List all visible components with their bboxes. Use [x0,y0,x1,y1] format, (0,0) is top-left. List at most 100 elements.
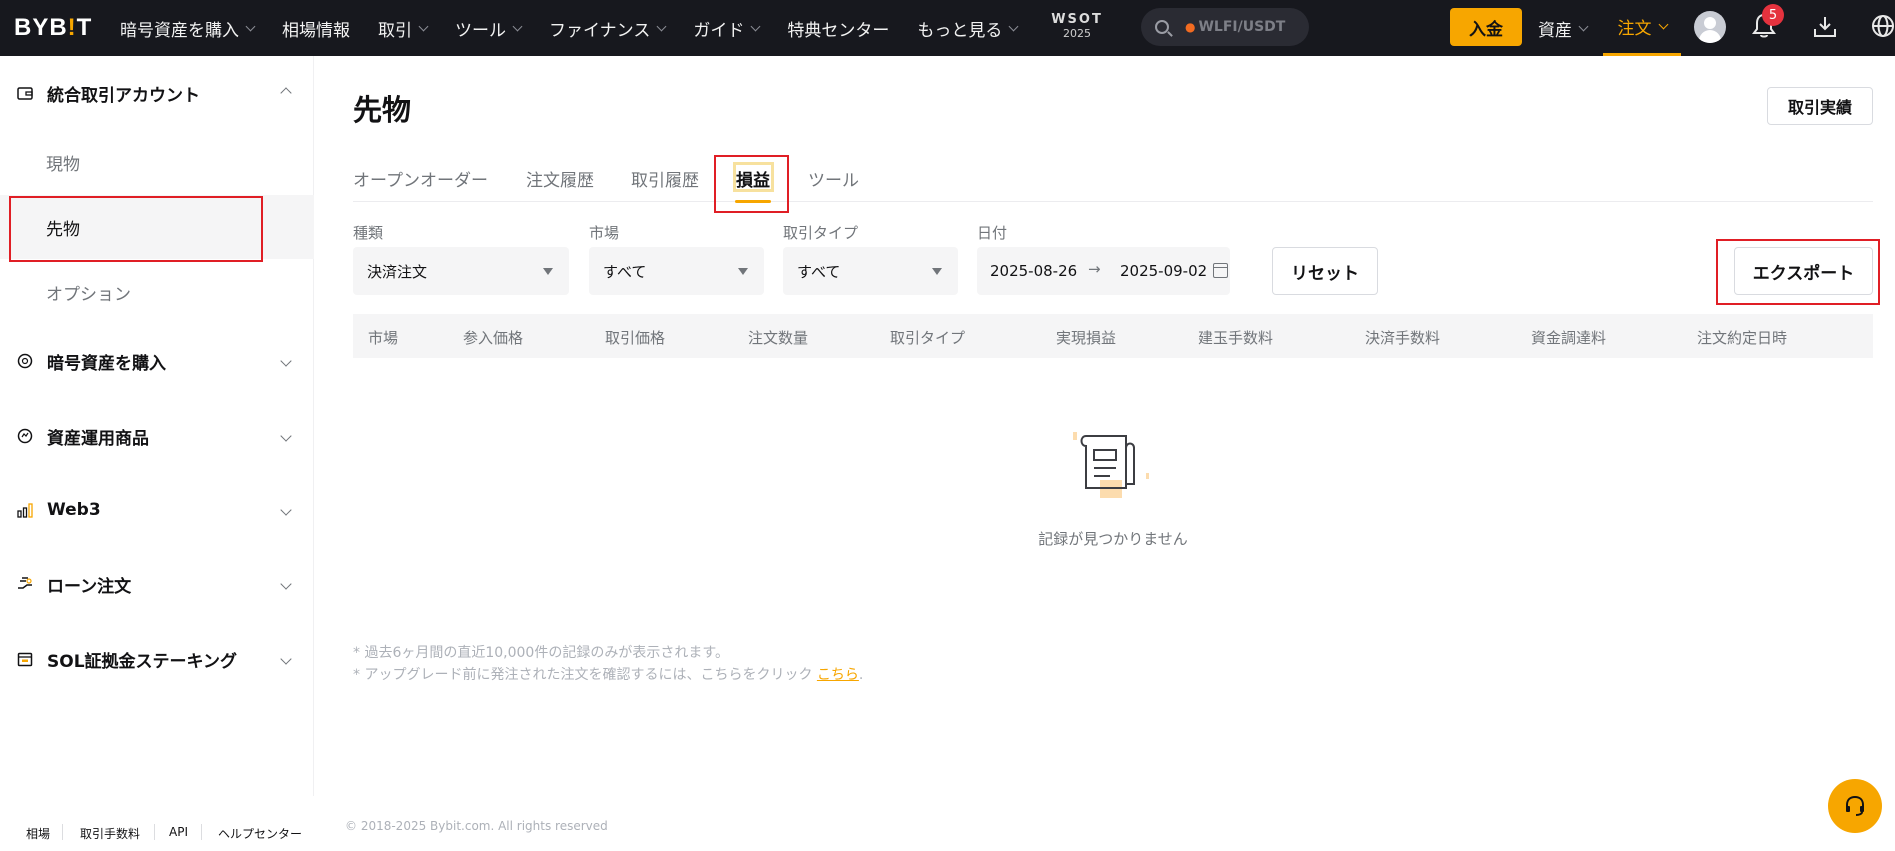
caret-down-icon [932,268,942,275]
top-navigation-bar: BYB!T 暗号資産を購入 相場情報 取引 ツール ファイナンス ガイド 特典セ… [0,0,1895,56]
sidebar-item-spot[interactable]: 現物 [0,130,314,194]
date-filter-label: 日付 [977,224,1008,242]
date-range-picker[interactable]: 2025-08-26 → 2025-09-02 [977,247,1230,295]
type-filter-label: 種類 [353,224,384,242]
headset-icon [1846,795,1864,816]
column-header: 決済手数料 [1365,329,1441,347]
highlight-box-pnl-tab [714,155,789,213]
fire-icon: ● [1185,20,1196,34]
footer-link-help-center[interactable]: ヘルプセンター [218,825,302,842]
footer-divider [154,824,155,840]
nav-trade[interactable]: 取引 [378,16,429,41]
market-select[interactable]: すべて [589,247,764,295]
trade-type-filter-label: 取引タイプ [783,224,859,242]
column-header: 取引タイプ [890,329,966,347]
sidebar-item-earn[interactable]: 資産運用商品 [0,416,314,456]
column-header: 注文数量 [748,329,809,347]
calendar-icon [17,652,33,667]
tab-open-orders[interactable]: オープンオーダー [353,166,488,191]
column-header: 資金調達料 [1531,329,1607,347]
earn-icon [17,428,33,444]
column-header: 市場 [368,329,399,347]
nav-tools[interactable]: ツール [455,16,523,41]
support-chat-button[interactable] [1828,779,1882,833]
tab-tools[interactable]: ツール [808,166,859,191]
footer-link-api[interactable]: API [169,825,188,839]
chevron-down-icon [1008,21,1019,31]
nav-more[interactable]: もっと見る [917,16,1019,41]
trade-records-button[interactable]: 取引実績 [1767,87,1873,125]
date-from[interactable]: 2025-08-26 [990,262,1077,280]
footer-divider [201,824,202,840]
deposit-button[interactable]: 入金 [1450,8,1522,46]
footer-link-fees[interactable]: 取引手数料 [80,825,140,842]
trade-type-select[interactable]: すべて [783,247,958,295]
nav-finance[interactable]: ファイナンス [549,16,667,41]
download-icon[interactable] [1812,14,1838,40]
reset-button[interactable]: リセット [1272,247,1378,295]
chevron-down-icon [418,21,429,31]
nav-rewards-center[interactable]: 特典センター [787,16,889,41]
orders-menu[interactable]: 注文 [1603,0,1681,56]
nav-buy-crypto[interactable]: 暗号資産を購入 [120,16,256,41]
highlight-box-export [1716,239,1880,305]
wallet-icon [17,87,33,100]
search-input[interactable]: ● WLFI/USDT [1141,8,1309,46]
calendar-icon[interactable] [1213,263,1228,278]
sidebar-item-unified-account[interactable]: 統合取引アカウント [0,73,314,113]
table-header: 市場 参入価格 取引価格 注文数量 取引タイプ 実現損益 建玉手数料 決済手数料… [353,314,1873,358]
loan-icon [18,577,32,589]
column-header: 建玉手数料 [1198,329,1274,347]
sidebar: 統合取引アカウント 現物 先物 オプション 暗号資産を購入 資産運用商品 Web… [0,56,314,796]
nav-guide[interactable]: ガイド [693,16,761,41]
market-filter-label: 市場 [589,224,620,242]
chevron-up-icon [280,87,292,99]
chevron-down-icon [1658,19,1668,30]
empty-document-icon [1073,432,1149,498]
arrow-right-icon: → [1088,260,1101,278]
globe-icon[interactable] [1870,13,1895,39]
assets-menu[interactable]: 資産 [1538,0,1589,56]
chevron-down-icon [750,21,761,31]
chevron-down-icon [280,504,292,516]
chevron-down-icon [1578,21,1589,31]
search-icon [1155,20,1169,34]
highlight-box-futures [9,196,263,262]
caret-down-icon [738,268,748,275]
chevron-down-icon [512,21,523,31]
tab-trade-history[interactable]: 取引履歴 [631,166,699,191]
wsot-logo[interactable]: WSOT 2025 [1044,13,1110,39]
sidebar-item-buy-crypto[interactable]: 暗号資産を購入 [0,341,314,381]
web3-icon [17,503,33,518]
type-select[interactable]: 決済注文 [353,247,569,295]
tab-bar: オープンオーダー 注文履歴 取引履歴 損益 ツール [353,164,1873,202]
chevron-down-icon [656,21,667,31]
tab-order-history[interactable]: 注文履歴 [526,166,594,191]
chevron-down-icon [280,355,292,367]
column-header: 注文約定日時 [1697,329,1788,347]
column-header: 参入価格 [463,329,524,347]
sidebar-item-options[interactable]: オプション [0,260,314,324]
bybit-logo[interactable]: BYB!T [14,14,92,42]
column-header: 実現損益 [1056,329,1117,347]
coin-icon [17,353,33,369]
nav-markets[interactable]: 相場情報 [282,16,350,41]
sidebar-item-web3[interactable]: Web3 [0,490,314,530]
empty-state-text: 記録が見つかりません [1038,530,1188,548]
chevron-down-icon [280,653,292,665]
main-nav: 暗号資産を購入 相場情報 取引 ツール ファイナンス ガイド 特典センター もっ… [120,0,1045,56]
copyright: © 2018-2025 Bybit.com. All rights reserv… [345,819,608,833]
avatar[interactable] [1694,11,1726,43]
date-to[interactable]: 2025-09-02 [1120,262,1207,280]
chevron-down-icon [245,21,256,31]
chevron-down-icon [280,578,292,590]
notification-badge: 5 [1762,4,1784,26]
caret-down-icon [543,268,553,275]
records-note: * 過去6ヶ月間の直近10,000件の記録のみが表示されます。 [353,645,729,661]
sidebar-item-loan-orders[interactable]: ローン注文 [0,564,314,604]
footer-link-markets[interactable]: 相場 [26,825,50,842]
page-title: 先物 [353,93,412,127]
sidebar-item-sol-staking[interactable]: SOL証拠金ステーキング [0,639,314,679]
upgrade-note: * アップグレード前に発注された注文を確認するには、こちらをクリック こちら. [353,667,864,683]
click-here-link[interactable]: こちら [817,667,859,683]
